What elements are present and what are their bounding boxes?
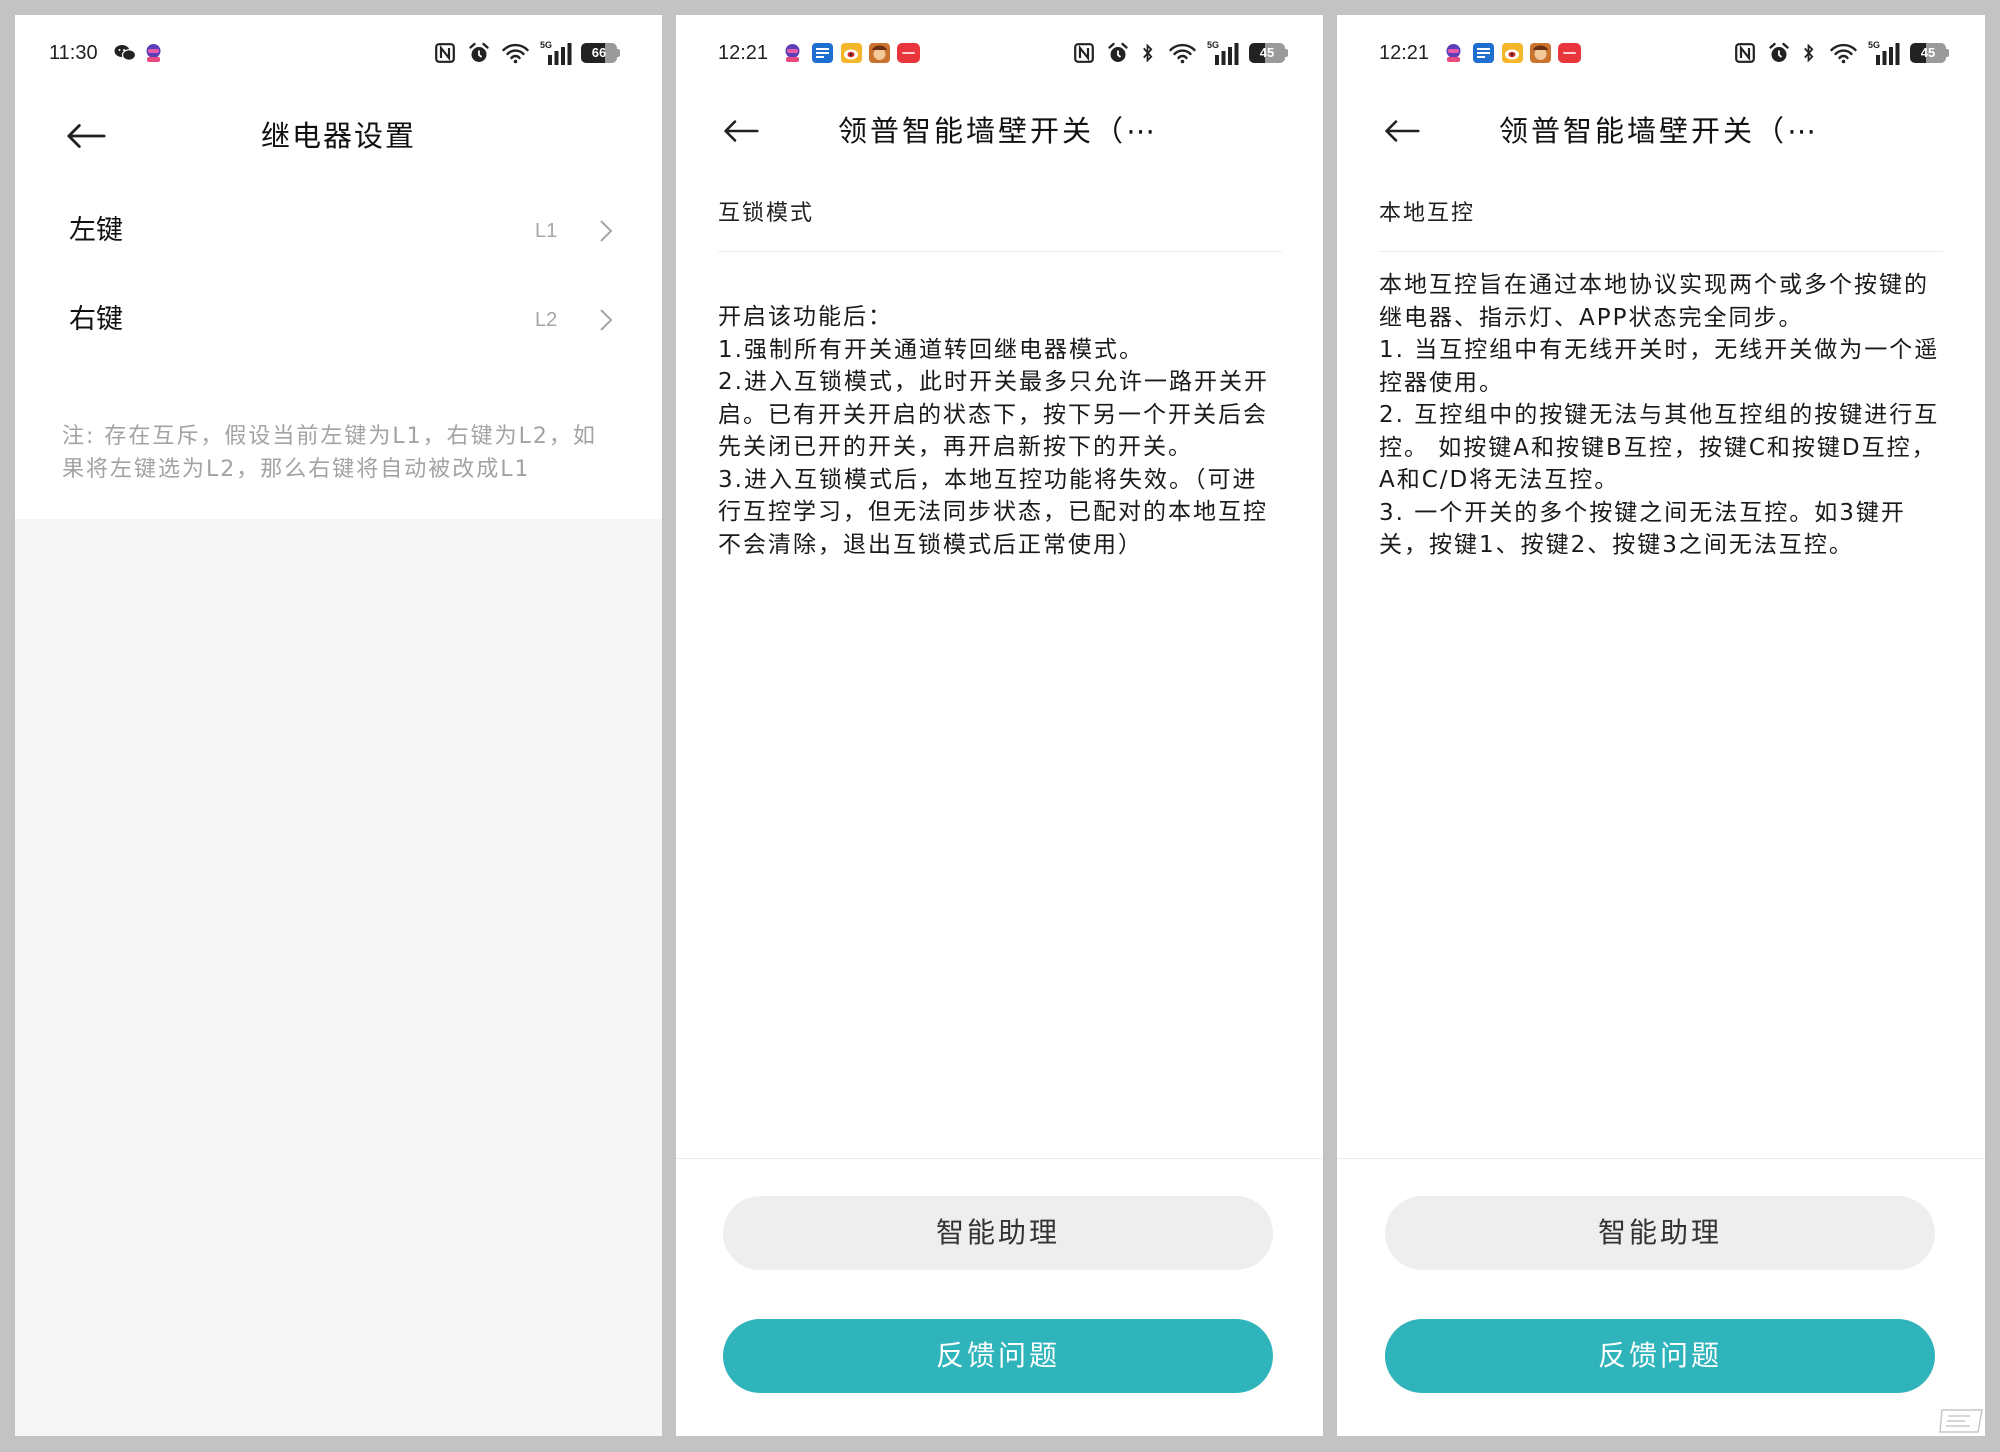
message-app-icon	[812, 43, 833, 63]
bottom-divider	[1337, 1158, 1985, 1159]
status-time: 12:21	[1379, 42, 1430, 64]
note-text: 注: 存在互斥，假设当前左键为L1，右键为L2，如	[62, 424, 597, 449]
description-line: 继电器、指示灯、APP状态完全同步。	[1379, 304, 1804, 331]
relay-settings-screen: 11:30 5G 66 继电器设置 左键 L1 右键 L2 注: 存在互斥，假设…	[15, 15, 662, 1436]
list-item-right-key[interactable]: 右键 L2	[15, 285, 662, 355]
description-text: 开启该功能后： 1.强制所有开关通道转回继电器模式。 2.进入互锁模式，此时开关…	[718, 301, 1269, 561]
description-line: 控。 如按键A和按键B互控，按键C和按键D互控，	[1379, 434, 1937, 461]
robot-app-icon	[785, 44, 800, 62]
smart-assistant-button[interactable]: 智能助理	[723, 1196, 1273, 1270]
battery-icon: 45	[1910, 43, 1946, 63]
back-arrow-icon[interactable]	[723, 118, 759, 144]
list-item-label: 左键	[69, 215, 123, 246]
status-time: 11:30	[49, 42, 98, 64]
status-time: 12:21	[718, 42, 769, 64]
page-title: 继电器设置	[260, 119, 416, 153]
list-item-value: L2	[535, 309, 558, 331]
battery-tip	[617, 49, 620, 57]
list-item-left-key[interactable]: 左键 L1	[15, 196, 662, 266]
description-line: 3.进入互锁模式后，本地互控功能将失效。（可进	[718, 466, 1258, 493]
description-line: 开启该功能后：	[718, 304, 893, 330]
weibo-icon	[1502, 43, 1523, 63]
section-title: 互锁模式	[718, 201, 815, 226]
chevron-right-icon	[600, 220, 613, 242]
description-line: 1. 当互控组中有无线开关时，无线开关做为一个遥	[1379, 337, 1940, 363]
wifi-icon	[1169, 43, 1196, 64]
bottom-divider	[676, 1158, 1323, 1159]
interlock-mode-screen: 12:21 5G 45 领普智能墙壁开关（⋯ 互锁模式 开启该功能后： 1.强制…	[676, 15, 1323, 1436]
list-item-value: L1	[535, 220, 558, 242]
message-app-icon	[1473, 43, 1494, 63]
description-line: A和C/D将无法互控。	[1379, 467, 1620, 493]
feedback-button[interactable]: 反馈问题	[723, 1319, 1273, 1393]
signal-icon: 5G	[1868, 40, 1900, 66]
divider	[1379, 251, 1943, 252]
alarm-icon	[1108, 42, 1128, 62]
description-line: 行互控学习，但无法同步状态，已配对的本地互控	[718, 499, 1268, 525]
alarm-icon	[1769, 42, 1789, 62]
wechat-icon	[114, 45, 136, 61]
robot-app-icon	[146, 44, 161, 62]
robot-app-icon	[1446, 44, 1461, 62]
feedback-button[interactable]: 反馈问题	[1385, 1319, 1935, 1393]
section-title: 本地互控	[1379, 201, 1476, 226]
bluetooth-icon	[1143, 43, 1153, 63]
signal-icon: 5G	[540, 40, 572, 66]
red-app-icon	[1558, 43, 1581, 63]
watermark-logo	[1939, 1409, 1983, 1433]
description-line: 先关闭已开的开关，再开启新按下的开关。	[718, 434, 1193, 460]
bluetooth-icon	[1804, 43, 1814, 63]
nfc-icon	[1735, 43, 1755, 63]
nfc-icon	[1074, 43, 1094, 63]
description-line: 关，按键1、按键2、按键3之间无法互控。	[1379, 532, 1854, 558]
local-control-screen: 12:21 5G 45 领普智能墙壁开关（⋯ 本地互控 本地互控旨在通过本地协议…	[1337, 15, 1985, 1436]
description-line: 控器使用。	[1379, 369, 1504, 396]
note-text: 果将左键选为L2，那么右键将自动被改成L1	[62, 457, 531, 482]
divider	[718, 251, 1282, 252]
game-app-icon	[869, 43, 890, 63]
battery-tip	[1285, 49, 1288, 57]
description-text: 本地互控旨在通过本地协议实现两个或多个按键的 继电器、指示灯、APP状态完全同步…	[1379, 269, 1939, 562]
description-line: 不会清除，退出互锁模式后正常使用）	[718, 531, 1143, 558]
description-line: 1.强制所有开关通道转回继电器模式。	[718, 336, 1144, 363]
page-title: 领普智能墙壁开关（⋯	[838, 114, 1159, 148]
wifi-icon	[1830, 43, 1857, 64]
description-line: 2. 互控组中的按键无法与其他互控组的按键进行互	[1379, 402, 1940, 428]
description-line: 启。已有开关开启的状态下，按下另一个开关后会	[718, 401, 1268, 428]
wifi-icon	[502, 43, 529, 64]
chevron-right-icon	[600, 309, 613, 331]
game-app-icon	[1530, 43, 1551, 63]
description-line: 3. 一个开关的多个按键之间无法互控。如3键开	[1379, 499, 1906, 526]
battery-icon: 45	[1249, 43, 1285, 63]
signal-icon: 5G	[1207, 40, 1239, 66]
description-line: 本地互控旨在通过本地协议实现两个或多个按键的	[1379, 272, 1929, 298]
smart-assistant-button[interactable]: 智能助理	[1385, 1196, 1935, 1270]
battery-icon: 66	[581, 43, 617, 63]
description-line: 2.进入互锁模式，此时开关最多只允许一路开关开	[718, 369, 1269, 395]
battery-tip	[1946, 49, 1949, 57]
back-arrow-icon[interactable]	[1384, 118, 1420, 144]
list-item-label: 右键	[69, 304, 123, 335]
empty-background	[15, 519, 662, 1436]
red-app-icon	[897, 43, 920, 63]
page-title: 领普智能墙壁开关（⋯	[1499, 114, 1820, 148]
weibo-icon	[841, 43, 862, 63]
alarm-icon	[469, 42, 489, 62]
nfc-icon	[435, 43, 455, 63]
